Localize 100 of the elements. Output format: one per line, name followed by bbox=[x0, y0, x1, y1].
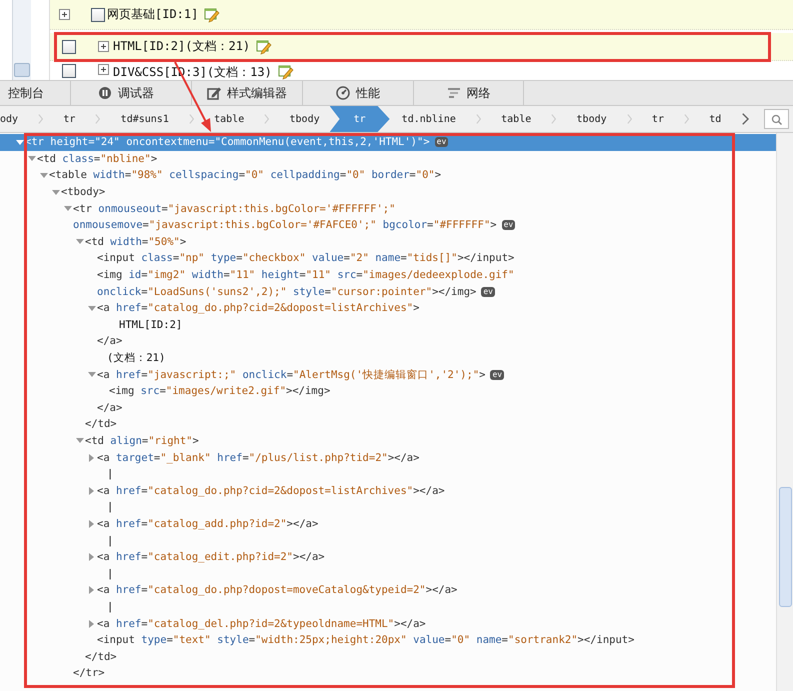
devtools-tab[interactable]: 控制台 bbox=[0, 81, 71, 105]
expanded-triangle-icon[interactable] bbox=[16, 138, 24, 146]
expanded-triangle-icon[interactable] bbox=[28, 155, 36, 162]
event-badge[interactable]: ev bbox=[490, 370, 504, 380]
markup-row[interactable]: <input type="text" style="width:25px;height:20px" value="0" name="sortrank2"></input> bbox=[0, 632, 776, 648]
markup-row[interactable]: <a href="catalog_do.php?dopost=moveCatalog&typeid=2"></a> bbox=[0, 582, 776, 599]
markup-row[interactable]: <a href="javascript:;" onclick="AlertMsg('快捷编辑窗口','2');"> ev bbox=[0, 366, 776, 383]
chevron-icon[interactable] bbox=[741, 112, 750, 126]
category-link[interactable]: HTML[ID:2](文档：21) bbox=[113, 38, 250, 55]
breadcrumb[interactable]: td#suns1 bbox=[114, 106, 175, 132]
search-icon bbox=[771, 114, 782, 124]
markup-row[interactable]: <td class="nbline"> bbox=[0, 150, 776, 168]
markup-line: </a> bbox=[97, 402, 122, 414]
chevron-icon bbox=[95, 113, 101, 125]
scrollbar-thumb[interactable] bbox=[779, 487, 792, 607]
collapsed-triangle-icon[interactable] bbox=[88, 553, 95, 562]
markup-row[interactable]: <a href="catalog_do.php?cid=2&dopost=listArchives"></a> bbox=[0, 482, 776, 500]
breadcrumb[interactable]: td bbox=[703, 106, 728, 132]
chevron-icon bbox=[38, 113, 44, 125]
breadcrumb[interactable]: tbody bbox=[284, 106, 326, 132]
devtools-tab[interactable]: 调试器 bbox=[71, 81, 192, 105]
markup-row[interactable]: <tr onmouseout="javascript:this.bgColor='#FFFFFF';" bbox=[0, 200, 776, 217]
markup-line: <a href="catalog_edit.php?id=2"></a> bbox=[97, 551, 325, 564]
collapsed-triangle-icon[interactable] bbox=[88, 454, 95, 462]
pencil-icon bbox=[207, 86, 221, 100]
edit-icon bbox=[204, 6, 220, 22]
event-badge[interactable]: ev bbox=[434, 137, 448, 148]
breadcrumb[interactable]: tr bbox=[646, 106, 670, 132]
expanded-triangle-icon[interactable] bbox=[52, 188, 60, 196]
collapsed-triangle-icon[interactable] bbox=[88, 520, 95, 528]
event-badge[interactable]: ev bbox=[481, 286, 495, 297]
chevron-icon bbox=[684, 113, 690, 125]
markup-line: <a href="catalog_do.php?dopost=moveCatalog&typeid=2"></a> bbox=[97, 584, 458, 596]
expanded-triangle-icon[interactable] bbox=[88, 371, 96, 378]
collapsed-triangle-icon[interactable] bbox=[88, 586, 95, 594]
collapsed-triangle-icon[interactable] bbox=[88, 620, 95, 628]
expanded-triangle-icon[interactable] bbox=[40, 172, 48, 179]
chevron-icon bbox=[626, 113, 632, 125]
breadcrumb[interactable]: tr bbox=[57, 106, 82, 132]
expanded-triangle-icon[interactable] bbox=[64, 205, 72, 212]
markup-line: </td> bbox=[85, 418, 117, 430]
markup-line: <tbody> bbox=[61, 186, 106, 198]
markup-row[interactable]: <td width="50%"> bbox=[0, 234, 776, 250]
markup-line: <input class="np" type="checkbox" value="2" name="tids[]"></input> bbox=[97, 252, 514, 264]
markup-row[interactable]: <td align="right"> bbox=[0, 432, 776, 450]
markup-line: <a href="catalog_add.php?id=2"></a> bbox=[97, 518, 318, 530]
markup-line: onmousemove="javascript:this.bgColor='#FAFCE0';" bgcolor="#FFFFFF"> bbox=[73, 219, 497, 232]
expand-icon bbox=[98, 64, 109, 75]
gauge-icon bbox=[336, 86, 350, 100]
markup-row[interactable]: <a href="catalog_do.php?cid=2&dopost=listArchives"> bbox=[0, 300, 776, 317]
markup-line: onclick="LoadSuns('suns2',2);" style="cursor:pointer"></img> bbox=[97, 286, 476, 298]
scrollbar[interactable] bbox=[12, 0, 31, 80]
event-badge[interactable]: ev bbox=[502, 220, 516, 230]
markup-line: <input type="text" style="width:25px;height:20px" value="0" name="sortrank2"></input> bbox=[97, 634, 634, 646]
breadcrumb[interactable]: table bbox=[208, 106, 250, 132]
markup-line: </tr> bbox=[73, 667, 105, 680]
category-link[interactable]: 网页基础[ID:1] bbox=[107, 6, 198, 23]
checkbox[interactable] bbox=[62, 40, 76, 54]
devtools-tab[interactable]: 网络 bbox=[414, 81, 524, 105]
pause-icon bbox=[98, 86, 112, 100]
breadcrumb[interactable]: tbody bbox=[570, 106, 613, 132]
devtools-tab[interactable]: 性能 bbox=[303, 81, 414, 105]
markup-row[interactable]: <img id="img2" width="11" height="11" src="images/dedeexplode.gif" bbox=[0, 266, 776, 284]
node-text: | bbox=[106, 600, 114, 613]
markup-line: </a> bbox=[97, 335, 122, 348]
markup-row[interactable]: <a href="catalog_del.php?id=2&typeoldname=HTML"></a> bbox=[0, 615, 776, 632]
markup-row[interactable]: <img src="images/write2.gif"></img> bbox=[0, 382, 776, 400]
breadcrumb[interactable]: ody bbox=[0, 106, 24, 132]
markup-line: <a href="catalog_del.php?id=2&typeoldname=HTML"></a> bbox=[97, 618, 426, 630]
markup-line: <img src="images/write2.gif"></img> bbox=[109, 385, 330, 398]
markup-row[interactable]: <a target="_blank" href="/plus/list.php?tid=2"></a> bbox=[0, 449, 776, 466]
node-text: | bbox=[106, 468, 114, 480]
breadcrumb[interactable]: table bbox=[495, 106, 538, 132]
node-text: | bbox=[106, 501, 114, 514]
search-button[interactable] bbox=[764, 109, 789, 129]
markup-line: <a href="catalog_do.php?cid=2&dopost=listArchives"></a> bbox=[97, 484, 445, 497]
collapsed-triangle-icon[interactable] bbox=[88, 486, 95, 495]
scrollbar[interactable] bbox=[776, 133, 793, 691]
expanded-triangle-icon[interactable] bbox=[76, 437, 84, 444]
expanded-triangle-icon[interactable] bbox=[88, 304, 96, 312]
markup-row[interactable]: <table width="98%" cellspacing="0" cellpadding="0" border="0"> bbox=[0, 167, 776, 184]
markup-line: </td> bbox=[85, 650, 117, 663]
devtools-tab[interactable]: 样式编辑器 bbox=[192, 81, 303, 105]
markup-line: <table width="98%" cellspacing="0" cellpadding="0" border="0"> bbox=[49, 169, 442, 182]
chevron-icon bbox=[188, 113, 194, 125]
expand-icon bbox=[98, 41, 109, 52]
node-text: | bbox=[106, 534, 114, 547]
edit-icon bbox=[256, 38, 272, 54]
markup-line: <img id="img2" width="11" height="11" src="images/dedeexplode.gif" bbox=[97, 269, 514, 282]
expanded-triangle-icon[interactable] bbox=[76, 238, 84, 246]
markup-row[interactable]: <tbody> bbox=[0, 184, 776, 200]
markup-line: <td width="50%"> bbox=[85, 236, 186, 248]
checkbox[interactable] bbox=[91, 8, 105, 22]
markup-row[interactable]: <a href="catalog_add.php?id=2"></a> bbox=[0, 516, 776, 532]
markup-line: <tr onmouseout="javascript:this.bgColor='#FFFFFF';" bbox=[73, 202, 396, 215]
checkbox[interactable] bbox=[62, 64, 76, 78]
markup-row[interactable]: <a href="catalog_edit.php?id=2"></a> bbox=[0, 548, 776, 566]
markup-row[interactable]: <input class="np" type="checkbox" value="2" name="tids[]"></input> bbox=[0, 250, 776, 267]
breadcrumb[interactable]: td.nbline bbox=[396, 106, 462, 132]
markup-line: <td align="right"> bbox=[85, 434, 199, 447]
